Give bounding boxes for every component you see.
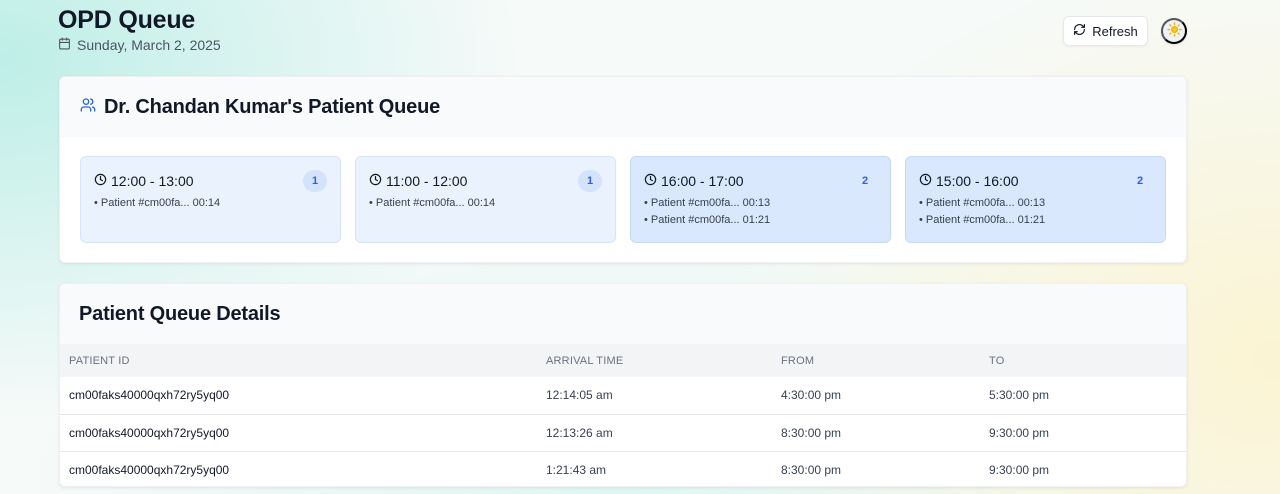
clock-icon: [919, 173, 932, 189]
time-slot-card[interactable]: 11:00 - 12:00 1 Patient #cm00fa... 00:14: [355, 156, 616, 243]
refresh-label: Refresh: [1092, 23, 1138, 39]
cell-from: 8:30:00 pm: [781, 462, 842, 477]
slot-time-label: 12:00 - 13:00: [111, 173, 194, 189]
cell-to: 5:30:00 pm: [989, 388, 1050, 403]
cell-from: 4:30:00 pm: [781, 388, 842, 403]
slot-patient-list: Patient #cm00fa... 00:13 Patient #cm00fa…: [644, 195, 877, 229]
slot-patient-list: Patient #cm00fa... 00:14: [369, 195, 602, 212]
time-slot-card[interactable]: 15:00 - 16:00 2 Patient #cm00fa... 00:13…: [905, 156, 1166, 243]
slot-count-badge: 1: [303, 170, 327, 192]
clock-icon: [369, 173, 382, 189]
queue-details-table: PATIENT ID ARRIVAL TIME FROM TO cm00faks…: [60, 344, 1186, 488]
clock-icon: [94, 173, 107, 189]
queue-details-card: Patient Queue Details PATIENT ID ARRIVAL…: [59, 283, 1187, 487]
cell-from: 8:30:00 pm: [781, 425, 842, 440]
cell-patient-id: cm00faks40000qxh72ry5yq00: [69, 388, 230, 403]
slot-time: 11:00 - 12:00: [369, 173, 602, 189]
cell-patient-id: cm00faks40000qxh72ry5yq00: [69, 425, 230, 440]
slot-count-badge: 1: [578, 170, 602, 192]
slot-time-label: 16:00 - 17:00: [661, 173, 744, 189]
date-text: Sunday, March 2, 2025: [77, 37, 221, 53]
cell-patient-id: cm00faks40000qxh72ry5yq00: [69, 462, 230, 477]
page-title: OPD Queue: [58, 6, 196, 34]
slot-patient-item: Patient #cm00fa... 00:14: [94, 195, 327, 212]
sun-icon: [1166, 22, 1182, 40]
table-row[interactable]: cm00faks40000qxh72ry5yq00 1:21:43 am 8:3…: [60, 451, 1186, 488]
slot-patient-item: Patient #cm00fa... 00:14: [369, 195, 602, 212]
time-slot-list: 12:00 - 13:00 1 Patient #cm00fa... 00:14…: [80, 156, 1166, 243]
slot-patient-item: Patient #cm00fa... 00:13: [644, 195, 877, 212]
calendar-icon: [58, 37, 71, 53]
time-slot-card[interactable]: 16:00 - 17:00 2 Patient #cm00fa... 00:13…: [630, 156, 891, 243]
cell-to: 9:30:00 pm: [989, 425, 1050, 440]
slot-patient-item: Patient #cm00fa... 00:13: [919, 195, 1152, 212]
doctor-queue-card: Dr. Chandan Kumar's Patient Queue 12:00 …: [59, 76, 1187, 263]
slot-time-label: 15:00 - 16:00: [936, 173, 1019, 189]
slot-patient-list: Patient #cm00fa... 00:14: [94, 195, 327, 212]
doctor-queue-title: Dr. Chandan Kumar's Patient Queue: [104, 95, 441, 118]
slot-patient-list: Patient #cm00fa... 00:13 Patient #cm00fa…: [919, 195, 1152, 229]
slot-count-badge: 2: [1136, 175, 1144, 187]
queue-details-title: Patient Queue Details: [79, 302, 281, 325]
slot-time: 16:00 - 17:00: [644, 173, 877, 189]
users-icon: [80, 97, 96, 118]
slot-patient-item: Patient #cm00fa... 01:21: [919, 212, 1152, 229]
column-header-patient-id: PATIENT ID: [69, 354, 130, 367]
cell-to: 9:30:00 pm: [989, 462, 1050, 477]
cell-arrival-time: 1:21:43 am: [546, 462, 607, 477]
table-header-row: PATIENT ID ARRIVAL TIME FROM TO: [60, 344, 1186, 377]
cell-arrival-time: 12:14:05 am: [546, 388, 613, 403]
clock-icon: [644, 173, 657, 189]
column-header-from: FROM: [781, 354, 815, 367]
table-row[interactable]: cm00faks40000qxh72ry5yq00 12:14:05 am 4:…: [60, 377, 1186, 414]
refresh-button[interactable]: Refresh: [1063, 16, 1148, 46]
slot-time: 15:00 - 16:00: [919, 173, 1152, 189]
doctor-queue-header: Dr. Chandan Kumar's Patient Queue: [60, 77, 1186, 137]
slot-time: 12:00 - 13:00: [94, 173, 327, 189]
column-header-arrival-time: ARRIVAL TIME: [546, 354, 624, 367]
table-row[interactable]: cm00faks40000qxh72ry5yq00 12:13:26 am 8:…: [60, 414, 1186, 451]
cell-arrival-time: 12:13:26 am: [546, 425, 613, 440]
slot-patient-item: Patient #cm00fa... 01:21: [644, 212, 877, 229]
column-header-to: TO: [989, 354, 1005, 367]
theme-toggle-button[interactable]: [1161, 18, 1187, 44]
slot-count-badge: 2: [861, 175, 869, 187]
slot-time-label: 11:00 - 12:00: [386, 173, 468, 189]
time-slot-card[interactable]: 12:00 - 13:00 1 Patient #cm00fa... 00:14: [80, 156, 341, 243]
refresh-icon: [1073, 23, 1086, 39]
queue-details-header: Patient Queue Details: [60, 284, 1186, 344]
date-display: Sunday, March 2, 2025: [58, 37, 221, 53]
